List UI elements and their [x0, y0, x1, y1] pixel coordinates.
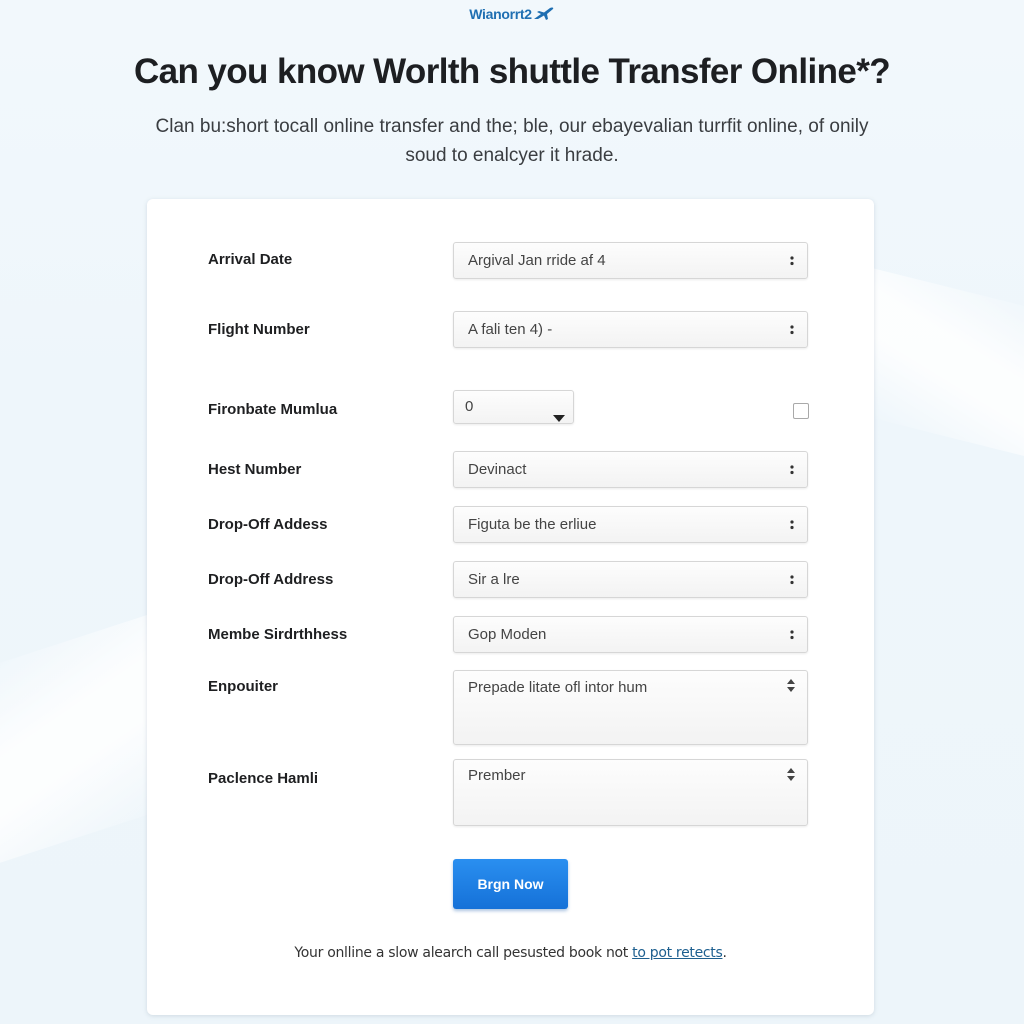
book-now-button[interactable]: Brgn Now	[453, 859, 568, 909]
sort-arrows-icon[interactable]	[787, 679, 795, 693]
preference-value: Prember	[468, 767, 526, 784]
spinner-icon	[789, 507, 795, 542]
dropoff-address-value-1: Figuta be the erliue	[468, 516, 597, 533]
dropoff-address-value-2: Sir a lre	[468, 571, 520, 588]
arrival-date-label: Arrival Date	[208, 251, 293, 268]
dropoff-address-select-2[interactable]: Sir a lre	[453, 561, 808, 598]
encounter-value: Prepade litate ofl intor hum	[468, 679, 648, 696]
member-address-value: Gop Moden	[468, 626, 547, 643]
dropoff-address-label-2: Drop-Off Address	[208, 571, 334, 588]
footer-note-end: .	[722, 945, 727, 961]
arrival-date-select[interactable]: Argival Jan rride af 4	[453, 242, 808, 279]
page-title: Can you know Worlth shuttle Transfer Onl…	[133, 52, 891, 91]
preference-label: Paclence Hamli	[208, 770, 319, 787]
member-address-label: Membe Sirdrthhess	[208, 626, 348, 643]
host-number-value: Devinact	[468, 461, 527, 478]
encounter-label: Enpouiter	[208, 678, 278, 695]
passenger-count-dropdown[interactable]: 0	[453, 390, 574, 424]
encounter-textarea[interactable]: Prepade litate ofl intor hum	[453, 670, 808, 745]
dropoff-address-label-1: Drop-Off Addess	[208, 516, 328, 533]
flight-number-select[interactable]: A fali ten 4) -	[453, 311, 808, 348]
spinner-icon	[789, 562, 795, 597]
host-number-label: Hest Number	[208, 461, 302, 478]
page-subtitle: Clan bu:short tocall online transfer and…	[155, 116, 869, 166]
arrival-date-value: Argival Jan rride af 4	[468, 252, 606, 269]
flight-number-value: A fali ten 4) -	[468, 321, 553, 338]
spinner-icon	[789, 452, 795, 487]
brand-logo-text: Wianorrt2	[469, 6, 532, 22]
airplane-icon	[533, 7, 555, 24]
host-number-select[interactable]: Devinact	[453, 451, 808, 488]
footer-note: Your onlline a slow alearch call pesuste…	[147, 945, 874, 961]
flight-number-label: Flight Number	[208, 321, 310, 338]
footer-note-text: Your onlline a slow alearch call pesuste…	[294, 945, 633, 961]
background-swoosh	[860, 265, 1024, 465]
passenger-count-label: Fironbate Mumlua	[208, 401, 338, 418]
member-address-select[interactable]: Gop Moden	[453, 616, 808, 653]
sort-arrows-icon[interactable]	[787, 768, 795, 782]
footer-note-link[interactable]: to pot retects	[632, 945, 723, 961]
passenger-count-value: 0	[465, 398, 474, 415]
preference-textarea[interactable]: Prember	[453, 759, 808, 826]
spinner-icon	[789, 243, 795, 278]
spinner-icon	[789, 312, 795, 347]
booking-form-card: Arrival Date Argival Jan rride af 4 Flig…	[147, 199, 874, 1015]
spinner-icon	[789, 617, 795, 652]
dropoff-address-select-1[interactable]: Figuta be the erliue	[453, 506, 808, 543]
option-checkbox[interactable]	[793, 403, 809, 419]
caret-down-icon	[553, 403, 565, 435]
brand-logo[interactable]: Wianorrt2	[0, 6, 1024, 24]
